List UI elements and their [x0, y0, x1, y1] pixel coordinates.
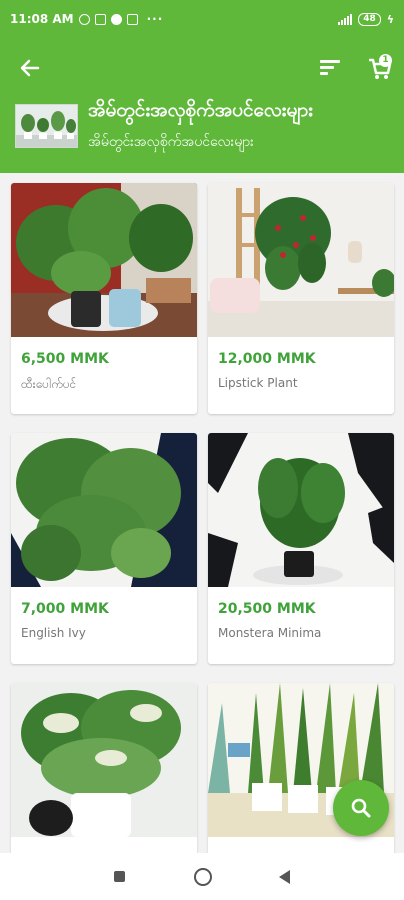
product-card[interactable]: 7,000 MMK English Ivy	[11, 433, 197, 664]
sort-button[interactable]	[318, 56, 342, 80]
search-icon	[351, 798, 371, 818]
product-image	[11, 683, 197, 837]
product-name: ထီးပေါက်ပင်	[21, 377, 77, 391]
product-image	[11, 183, 197, 337]
system-nav-bar	[0, 853, 404, 900]
product-name: Lipstick Plant	[218, 376, 298, 390]
alarm-icon	[78, 13, 90, 25]
product-name: English Ivy	[21, 626, 86, 640]
back-triangle-icon	[279, 870, 290, 884]
product-price: 20,500 MMK	[218, 601, 316, 617]
arrow-back-icon	[20, 59, 40, 77]
category-subtitle: အိမ်တွင်းအလှစိုက်အပင်လေးများ	[88, 134, 254, 150]
back-button[interactable]	[16, 54, 44, 82]
product-price: 12,000 MMK	[218, 351, 316, 367]
battery-icon: 48	[358, 12, 381, 26]
product-price: 6,500 MMK	[21, 351, 109, 367]
battery-level: 48	[363, 13, 376, 24]
product-grid[interactable]: 6,500 MMK ထီးပေါက်ပင် 12,000 MMK Lipstic…	[0, 173, 404, 853]
product-card[interactable]	[11, 683, 197, 853]
status-bar: 11:08 AM ··· 48 ϟ	[0, 0, 404, 38]
home-circle-icon	[194, 868, 212, 886]
status-time: 11:08 AM	[10, 12, 74, 26]
message-icon	[94, 13, 106, 25]
cellular-signal-icon	[338, 13, 353, 25]
product-card[interactable]: 20,500 MMK Monstera Minima	[208, 433, 394, 664]
category-thumbnail	[15, 104, 78, 148]
home-button[interactable]	[193, 867, 213, 887]
recents-button[interactable]	[110, 867, 130, 887]
product-image	[11, 433, 197, 587]
product-card[interactable]: 6,500 MMK ထီးပေါက်ပင်	[11, 183, 197, 414]
product-card[interactable]: 12,000 MMK Lipstick Plant	[208, 183, 394, 414]
facebook-icon	[110, 13, 122, 25]
app-bar: 1 အိမ်တွင်းအလှစိုက်အပင်လေးများ အိမ်တွင်း…	[0, 38, 404, 173]
category-title: အိမ်တွင်းအလှစိုက်အပင်လေးများ	[88, 99, 313, 121]
system-back-button[interactable]	[275, 867, 295, 887]
notification-app-icon	[126, 13, 138, 25]
product-price: 7,000 MMK	[21, 601, 109, 617]
product-image	[208, 183, 394, 337]
recents-square-icon	[114, 871, 125, 882]
more-notifications-icon: ···	[146, 12, 164, 26]
charging-bolt-icon: ϟ	[386, 12, 394, 26]
cart-badge: 1	[379, 54, 392, 67]
product-name: Monstera Minima	[218, 626, 322, 640]
search-fab-button[interactable]	[333, 780, 389, 836]
product-image	[208, 433, 394, 587]
